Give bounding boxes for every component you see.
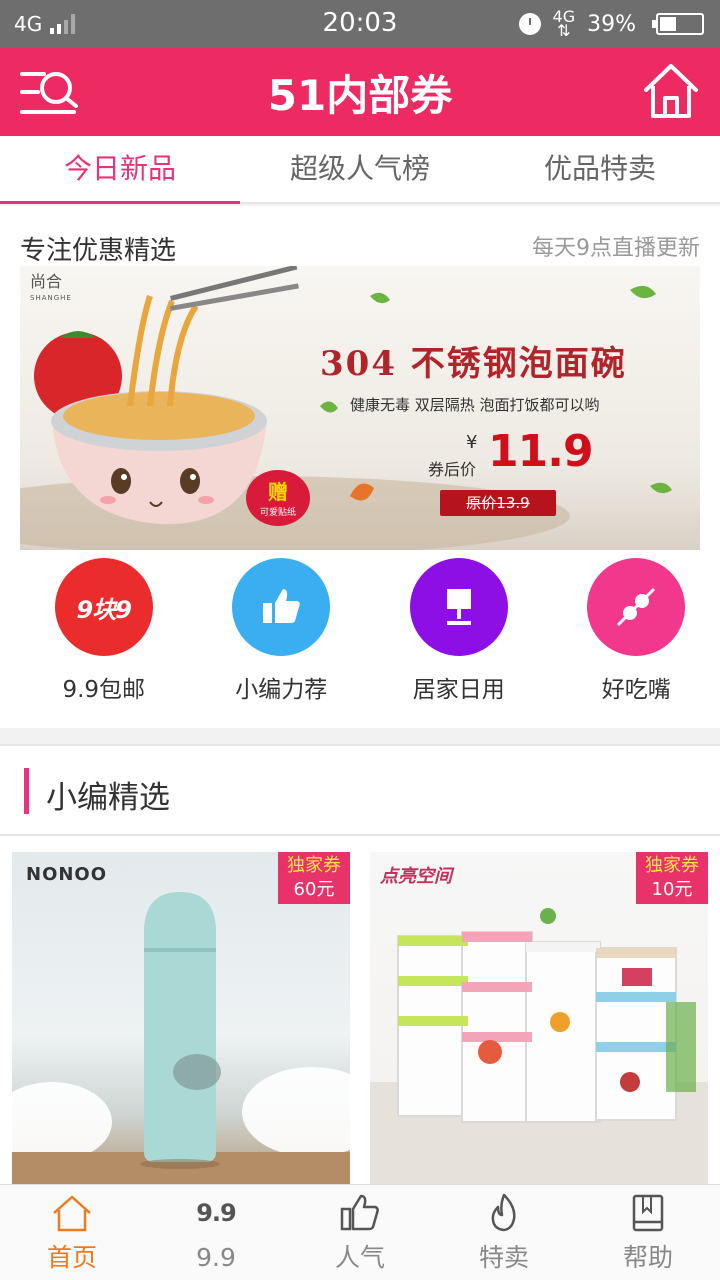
banner-description: 健康无毒 双层隔热 泡面打饭都可以哟 [350,396,600,414]
thumbs-up-icon [232,558,331,656]
category-label: 好吃嘴 [601,677,671,703]
category-label: 9.9包邮 [62,677,146,703]
battery-percent: 39% [587,11,636,37]
app-title: 51内部券 [267,71,453,120]
category-9kuai9[interactable]: 9块9 9.9包邮 [20,558,188,704]
home-icon[interactable] [642,62,700,120]
picks-title: 小编精选 [46,780,170,816]
product-brand: 点亮空间 [380,866,452,887]
picks-header: 小编精选 [0,746,720,836]
network-right-label: 4G ⇅ [552,7,576,40]
tab-bar: 今日新品 超级人气榜 优品特卖 [0,136,720,204]
promo-banner[interactable]: 尚合 SHANGHE 304 不锈钢泡面碗 健康无毒 双层隔热 泡面打饭都可以哟 … [20,266,700,550]
featured-subtitle: 每天9点直播更新 [532,236,700,261]
battery-icon [652,13,704,35]
bottom-nav: 首页 9.9 9.9 人气 特卖 帮助 [0,1184,720,1280]
product-card[interactable]: 点亮空间 独家券 10元 [370,852,708,1186]
nav-sale[interactable]: 特卖 [432,1185,576,1280]
status-right: 4G ⇅ 39% [518,7,704,40]
alarm-icon [518,13,541,35]
product-card[interactable]: NONOO 独家券 60元 [12,852,350,1186]
product-brand: NONOO [26,864,108,885]
thumbs-up-icon [288,1185,432,1241]
nav-help[interactable]: 帮助 [576,1185,720,1280]
tab-popular-ranking[interactable]: 超级人气榜 [240,136,480,202]
nav-label: 人气 [334,1243,385,1272]
nav-label: 帮助 [622,1243,673,1272]
banner-original-price: 原价13.9 [440,490,556,516]
nine-nine-icon: 9.9 [196,1199,237,1227]
category-label: 居家日用 [412,677,505,703]
book-icon [576,1185,720,1241]
nav-nine-nine[interactable]: 9.9 9.9 [144,1185,288,1280]
nav-label: 首页 [46,1243,97,1272]
tab-special-sale[interactable]: 优品特卖 [480,136,720,202]
section-accent-bar [24,768,29,814]
category-label: 小编力荐 [235,677,328,703]
banner-price: 11.9 [488,426,594,477]
home-icon [0,1185,144,1241]
banner-currency: ¥ [466,432,478,453]
featured-title: 专注优惠精选 [20,236,177,266]
nav-popular[interactable]: 人气 [288,1185,432,1280]
lamp-icon [409,558,508,656]
nav-home[interactable]: 首页 [0,1185,144,1280]
nav-label: 9.9 [196,1243,236,1272]
9kuai9-icon: 9块9 [54,558,153,656]
editor-picks-section: 小编精选 NONOO 独家券 60元 点亮空间 独家券 10元 [0,744,720,1186]
featured-section: 专注优惠精选 每天9点直播更新 尚合 SHANGHE 304 不锈钢泡面碗 健康… [0,206,720,728]
banner-headline: 304 不锈钢泡面碗 [320,344,627,384]
category-snacks[interactable]: 好吃嘴 [553,558,720,704]
banner-brand-logo: 尚合 SHANGHE [30,272,72,303]
coupon-badge: 独家券 60元 [278,852,350,904]
coupon-badge: 独家券 10元 [636,852,708,904]
nav-label: 特卖 [478,1243,529,1272]
tab-today-new[interactable]: 今日新品 [0,136,240,204]
category-row: 9块9 9.9包邮 小编力荐 居家日用 好吃嘴 [0,558,720,704]
flame-icon [432,1185,576,1241]
gift-badge: 赠可爱贴纸 [246,470,310,526]
food-skewer-icon [587,558,686,656]
category-home-daily[interactable]: 居家日用 [375,558,543,704]
banner-after-coupon-label: 券后价 [428,460,477,479]
status-bar: 4G 20:03 4G ⇅ 39% [0,0,720,48]
category-editor-picks[interactable]: 小编力荐 [198,558,366,704]
app-header: 51内部券 [0,48,720,136]
